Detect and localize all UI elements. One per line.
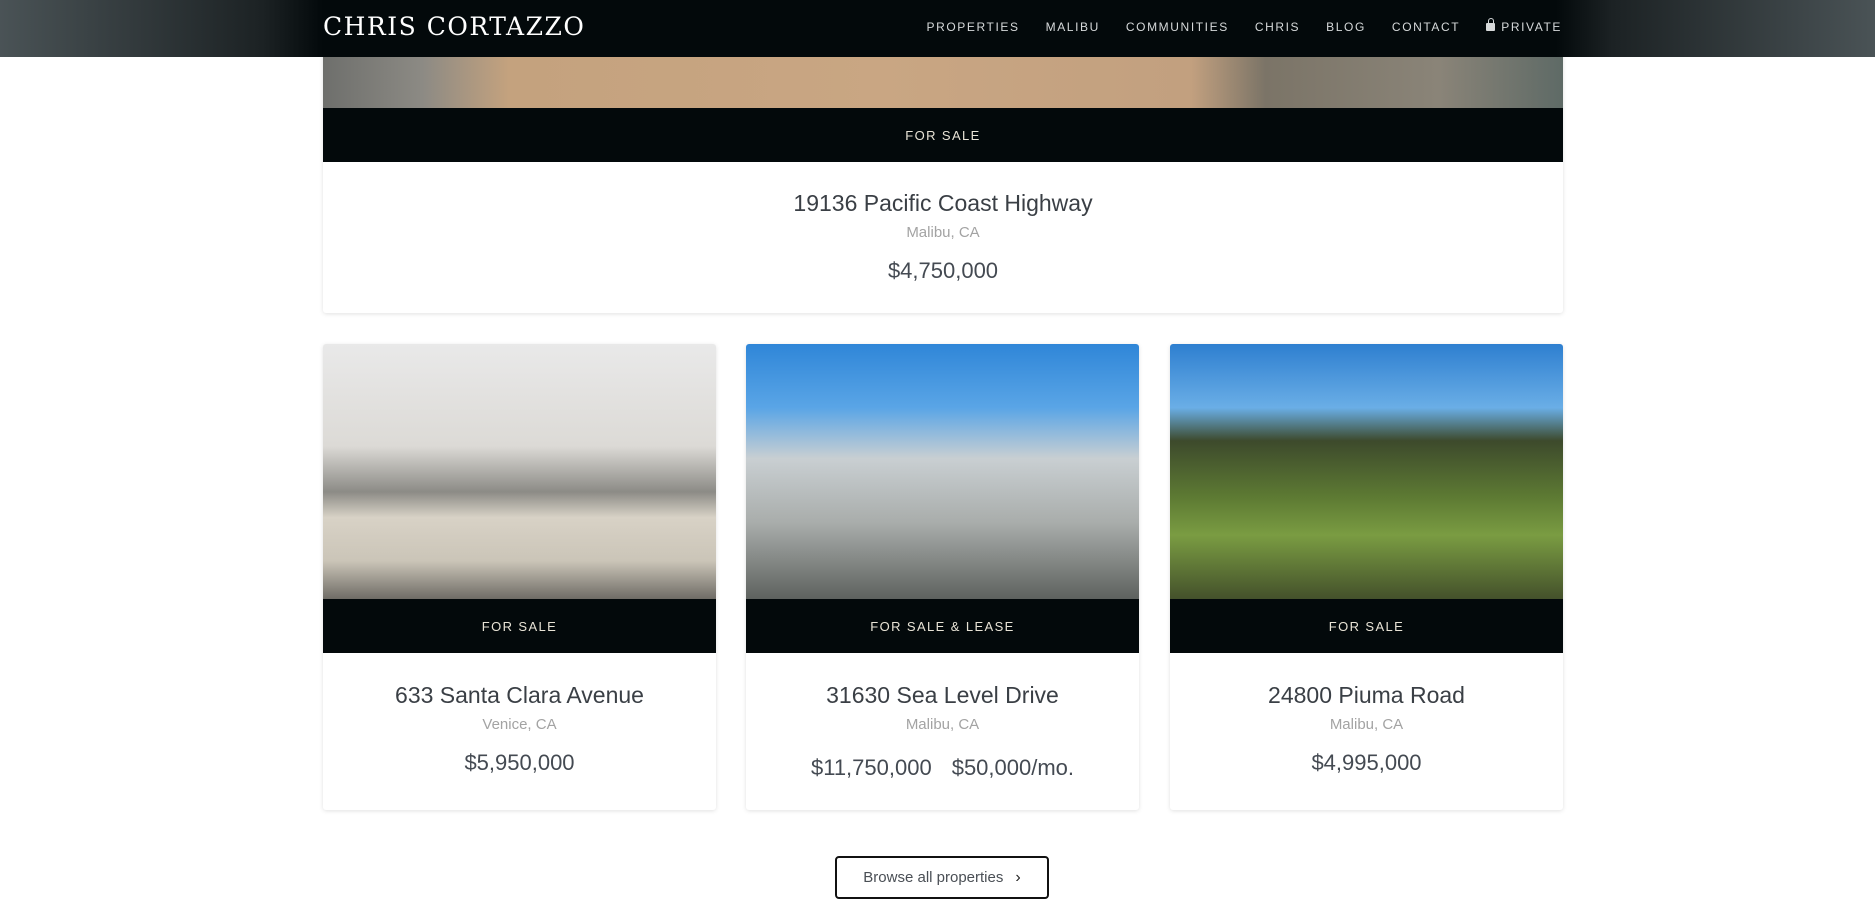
nav-chris[interactable]: CHRIS bbox=[1255, 20, 1300, 34]
listing-price: $4,995,000 bbox=[1170, 750, 1563, 776]
sale-price: $11,750,000 bbox=[810, 755, 932, 780]
listing-title[interactable]: 31630 Sea Level Drive bbox=[746, 682, 1139, 709]
sale-price: $4,995,000 bbox=[1311, 750, 1422, 775]
nav-private[interactable]: PRIVATE bbox=[1486, 18, 1562, 34]
nav-communities[interactable]: COMMUNITIES bbox=[1126, 20, 1229, 34]
listing-card[interactable]: FOR SALE 24800 Piuma Road Malibu, CA $4,… bbox=[1170, 344, 1563, 810]
nav-properties[interactable]: PROPERTIES bbox=[926, 20, 1019, 34]
nav-contact[interactable]: CONTACT bbox=[1392, 20, 1460, 34]
listing-price: $11,750,000 $50,000/mo. bbox=[746, 755, 1139, 781]
listing-photo-hillside bbox=[1170, 344, 1563, 599]
status-band: FOR SALE bbox=[323, 599, 716, 653]
nav-malibu[interactable]: MALIBU bbox=[1046, 20, 1100, 34]
status-band: FOR SALE & LEASE bbox=[746, 599, 1139, 653]
listing-photo-beach-house bbox=[746, 344, 1139, 599]
sale-price: $5,950,000 bbox=[464, 750, 575, 775]
listing-price: $5,950,000 bbox=[323, 750, 716, 776]
listing-location: Malibu, CA bbox=[906, 224, 980, 241]
nav-blog[interactable]: BLOG bbox=[1326, 20, 1366, 34]
status-band: FOR SALE bbox=[1170, 599, 1563, 653]
chevron-right-icon: › bbox=[1015, 868, 1021, 886]
lease-price: $50,000/mo. bbox=[951, 755, 1075, 780]
nav-private-label: PRIVATE bbox=[1501, 20, 1562, 34]
browse-label: Browse all properties bbox=[863, 869, 1004, 886]
site-logo[interactable]: CHRIS CORTAZZO bbox=[323, 12, 585, 41]
top-navbar: CHRIS CORTAZZO PROPERTIES MALIBU COMMUNI… bbox=[0, 0, 1875, 57]
listing-title[interactable]: 19136 Pacific Coast Highway bbox=[323, 190, 1563, 217]
listing-title[interactable]: 24800 Piuma Road bbox=[1170, 682, 1563, 709]
lock-icon bbox=[1486, 18, 1496, 31]
listing-title[interactable]: 633 Santa Clara Avenue bbox=[323, 682, 716, 709]
listing-location: Malibu, CA bbox=[1329, 716, 1404, 733]
listing-photo-interior bbox=[323, 344, 716, 599]
listing-location: Malibu, CA bbox=[905, 716, 980, 733]
listing-location: Venice, CA bbox=[482, 716, 557, 733]
listing-card[interactable]: FOR SALE & LEASE 31630 Sea Level Drive M… bbox=[746, 344, 1139, 810]
status-band: FOR SALE bbox=[323, 108, 1563, 162]
main-menu: PROPERTIES MALIBU COMMUNITIES CHRIS BLOG… bbox=[926, 18, 1562, 34]
listing-card[interactable]: FOR SALE 633 Santa Clara Avenue Venice, … bbox=[323, 344, 716, 810]
listing-price: $4,750,000 bbox=[887, 258, 999, 283]
browse-all-properties-button[interactable]: Browse all properties › bbox=[835, 856, 1049, 899]
